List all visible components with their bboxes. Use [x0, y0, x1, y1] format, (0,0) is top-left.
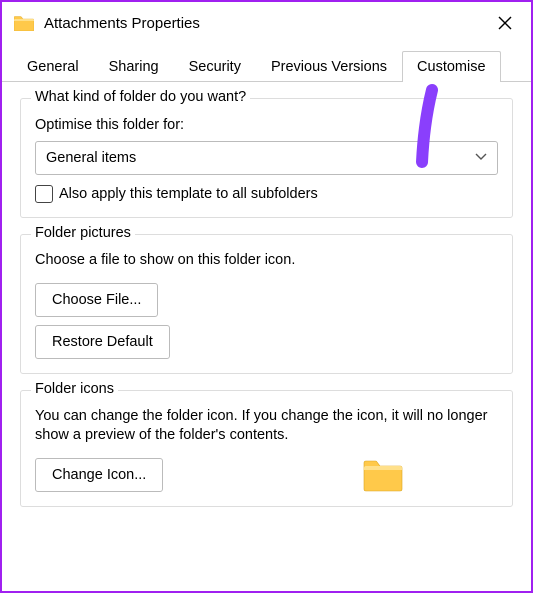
chevron-down-icon [475, 153, 487, 164]
apply-subfolders-label: Also apply this template to all subfolde… [59, 186, 318, 202]
close-icon [498, 16, 512, 30]
group-title-pictures: Folder pictures [31, 225, 135, 241]
group-title-icons: Folder icons [31, 381, 118, 397]
group-folder-kind: What kind of folder do you want? Optimis… [20, 98, 513, 218]
apply-subfolders-row: Also apply this template to all subfolde… [35, 185, 498, 203]
tab-security[interactable]: Security [174, 51, 256, 82]
group-title-kind: What kind of folder do you want? [31, 89, 250, 105]
apply-subfolders-checkbox[interactable] [35, 185, 53, 203]
dropdown-value: General items [46, 150, 136, 166]
restore-default-button[interactable]: Restore Default [35, 325, 170, 359]
tab-customise[interactable]: Customise [402, 51, 501, 82]
optimize-dropdown[interactable]: General items [35, 141, 498, 175]
tab-bar: General Sharing Security Previous Versio… [2, 50, 531, 82]
icons-desc: You can change the folder icon. If you c… [35, 407, 498, 446]
tab-general[interactable]: General [12, 51, 94, 82]
pictures-desc: Choose a file to show on this folder ico… [35, 251, 498, 271]
window-title: Attachments Properties [44, 15, 491, 32]
folder-icon [14, 15, 34, 31]
optimize-label: Optimise this folder for: [35, 117, 498, 133]
close-button[interactable] [491, 9, 519, 37]
titlebar: Attachments Properties [2, 2, 531, 44]
change-icon-button[interactable]: Change Icon... [35, 458, 163, 492]
group-folder-pictures: Folder pictures Choose a file to show on… [20, 234, 513, 374]
choose-file-button[interactable]: Choose File... [35, 283, 158, 317]
properties-dialog: Attachments Properties General Sharing S… [0, 0, 533, 593]
tab-sharing[interactable]: Sharing [94, 51, 174, 82]
tab-previous-versions[interactable]: Previous Versions [256, 51, 402, 82]
group-folder-icons: Folder icons You can change the folder i… [20, 390, 513, 507]
folder-preview-icon [363, 458, 403, 492]
tab-content: What kind of folder do you want? Optimis… [2, 82, 531, 517]
